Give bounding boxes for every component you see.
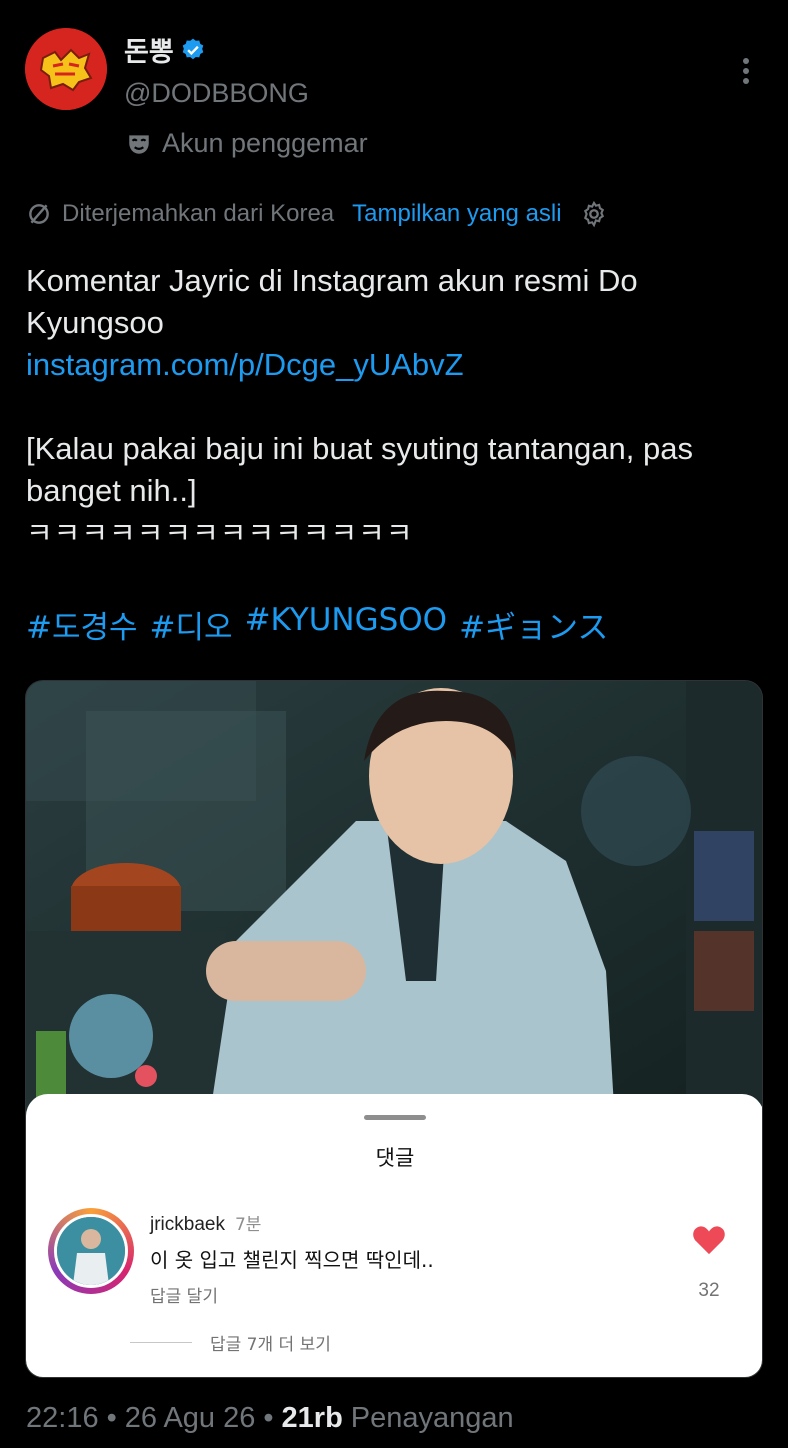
sheet-handle[interactable] <box>364 1115 426 1120</box>
verified-badge-icon <box>182 38 203 59</box>
post-date[interactable]: 26 Agu 26 <box>125 1402 256 1435</box>
hashtag[interactable]: #디오 <box>150 602 233 647</box>
tweet-quote: [Kalau pakai baju ini buat syuting tanta… <box>26 431 693 508</box>
commenter-avatar[interactable] <box>54 1214 128 1288</box>
tweet-header: 돈뽕 @DODBBONG Akun penggemar <box>0 0 788 180</box>
tweet-laugh: ㅋㅋㅋㅋㅋㅋㅋㅋㅋㅋㅋㅋㅋㅋ <box>26 516 414 550</box>
author-handle[interactable]: @DODBBONG <box>124 78 309 109</box>
comment-time: 7분 <box>234 1215 262 1235</box>
author-name[interactable]: 돈뽕 <box>124 30 174 69</box>
view-more-replies[interactable]: 답글 7개 더 보기 <box>130 1330 331 1355</box>
reply-button[interactable]: 답글 달기 <box>150 1282 218 1307</box>
like-count: 32 <box>698 1280 720 1301</box>
view-count[interactable]: 21rb <box>282 1402 343 1435</box>
heart-icon[interactable] <box>692 1224 726 1256</box>
author-avatar[interactable] <box>25 28 107 110</box>
commenter-username[interactable]: jrickbaek <box>150 1214 225 1236</box>
view-more-replies-label[interactable]: 답글 7개 더 보기 <box>210 1330 331 1355</box>
more-options-icon[interactable] <box>734 56 758 86</box>
tweet-media[interactable]: 댓글 jrickbaek 7분 이 옷 입고 챌린지 찍으면 딱인데.. 답글 … <box>25 680 763 1378</box>
fan-account-text: Akun penggemar <box>162 128 368 158</box>
inset-avatar <box>69 994 153 1078</box>
mask-icon <box>129 134 149 154</box>
tweet-body: Komentar Jayric di Instagram akun resmi … <box>26 260 766 554</box>
photo-image <box>26 681 762 1141</box>
sheet-title: 댓글 <box>375 1146 415 1170</box>
instagram-link[interactable]: instagram.com/p/Dcge_yUAbvZ <box>26 344 766 386</box>
separator-dot: • <box>106 1402 117 1434</box>
tweet-text: Komentar Jayric di Instagram akun resmi … <box>26 263 638 340</box>
translate-icon <box>29 204 49 224</box>
hashtags: #도경수 #디오 #KYUNGSOO #ギョンス <box>26 602 608 647</box>
separator-dot: • <box>263 1402 274 1434</box>
views-label: Penayangan <box>350 1402 514 1434</box>
post-time[interactable]: 22:16 <box>26 1402 99 1435</box>
avatar-logo-icon <box>25 28 107 110</box>
show-original-link[interactable]: Tampilkan yang asli <box>352 200 561 228</box>
hashtag[interactable]: #ギョンス <box>459 602 608 647</box>
gear-icon[interactable] <box>580 200 608 228</box>
divider <box>130 1342 192 1343</box>
translation-row: Diterjemahkan dari Korea Tampilkan yang … <box>26 200 608 228</box>
comment-sheet: 댓글 jrickbaek 7분 이 옷 입고 챌린지 찍으면 딱인데.. 답글 … <box>26 1094 762 1377</box>
fan-account-label: Akun penggemar <box>126 128 368 159</box>
hashtag[interactable]: #도경수 <box>26 602 138 647</box>
tweet-footer: 22:16 • 26 Agu 26 • 21rb Penayangan <box>26 1402 514 1435</box>
translation-note: Diterjemahkan dari Korea <box>62 200 335 227</box>
hashtag[interactable]: #KYUNGSOO <box>245 602 448 647</box>
comment-text: 이 옷 입고 챌린지 찍으면 딱인데.. <box>150 1248 434 1272</box>
